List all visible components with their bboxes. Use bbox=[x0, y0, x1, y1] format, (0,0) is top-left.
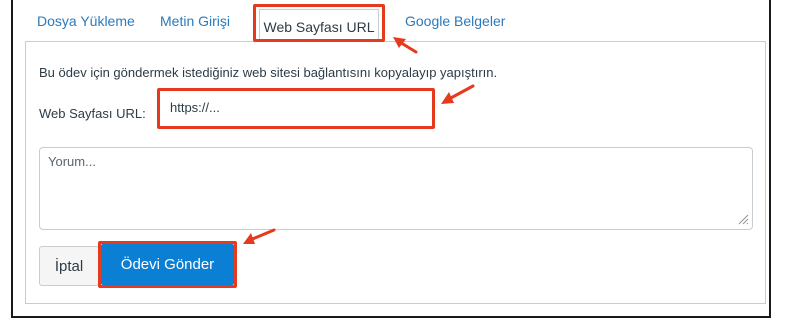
arrow-icon bbox=[393, 37, 418, 54]
comment-textarea[interactable] bbox=[39, 147, 753, 230]
tab-dosya-yukleme[interactable]: Dosya Yükleme bbox=[37, 13, 135, 29]
instruction-text: Bu ödev için göndermek istediğiniz web s… bbox=[39, 65, 498, 80]
submit-button[interactable]: Ödevi Gönder bbox=[101, 244, 234, 285]
arrow-icon bbox=[441, 84, 475, 104]
url-input[interactable] bbox=[160, 91, 430, 124]
url-field-label: Web Sayfası URL: bbox=[39, 106, 146, 121]
arrow-icon bbox=[243, 228, 276, 244]
resize-handle-icon[interactable] bbox=[737, 213, 749, 225]
tab-google-belgeler[interactable]: Google Belgeler bbox=[405, 13, 505, 29]
tab-web-sayfasi-url[interactable]: Web Sayfası URL bbox=[259, 9, 379, 39]
tab-highlight-box: Web Sayfası URL bbox=[253, 4, 385, 42]
tab-metin-girisi[interactable]: Metin Girişi bbox=[160, 13, 230, 29]
cancel-button[interactable]: İptal bbox=[39, 246, 99, 286]
tab-label: Web Sayfası URL bbox=[263, 19, 375, 35]
